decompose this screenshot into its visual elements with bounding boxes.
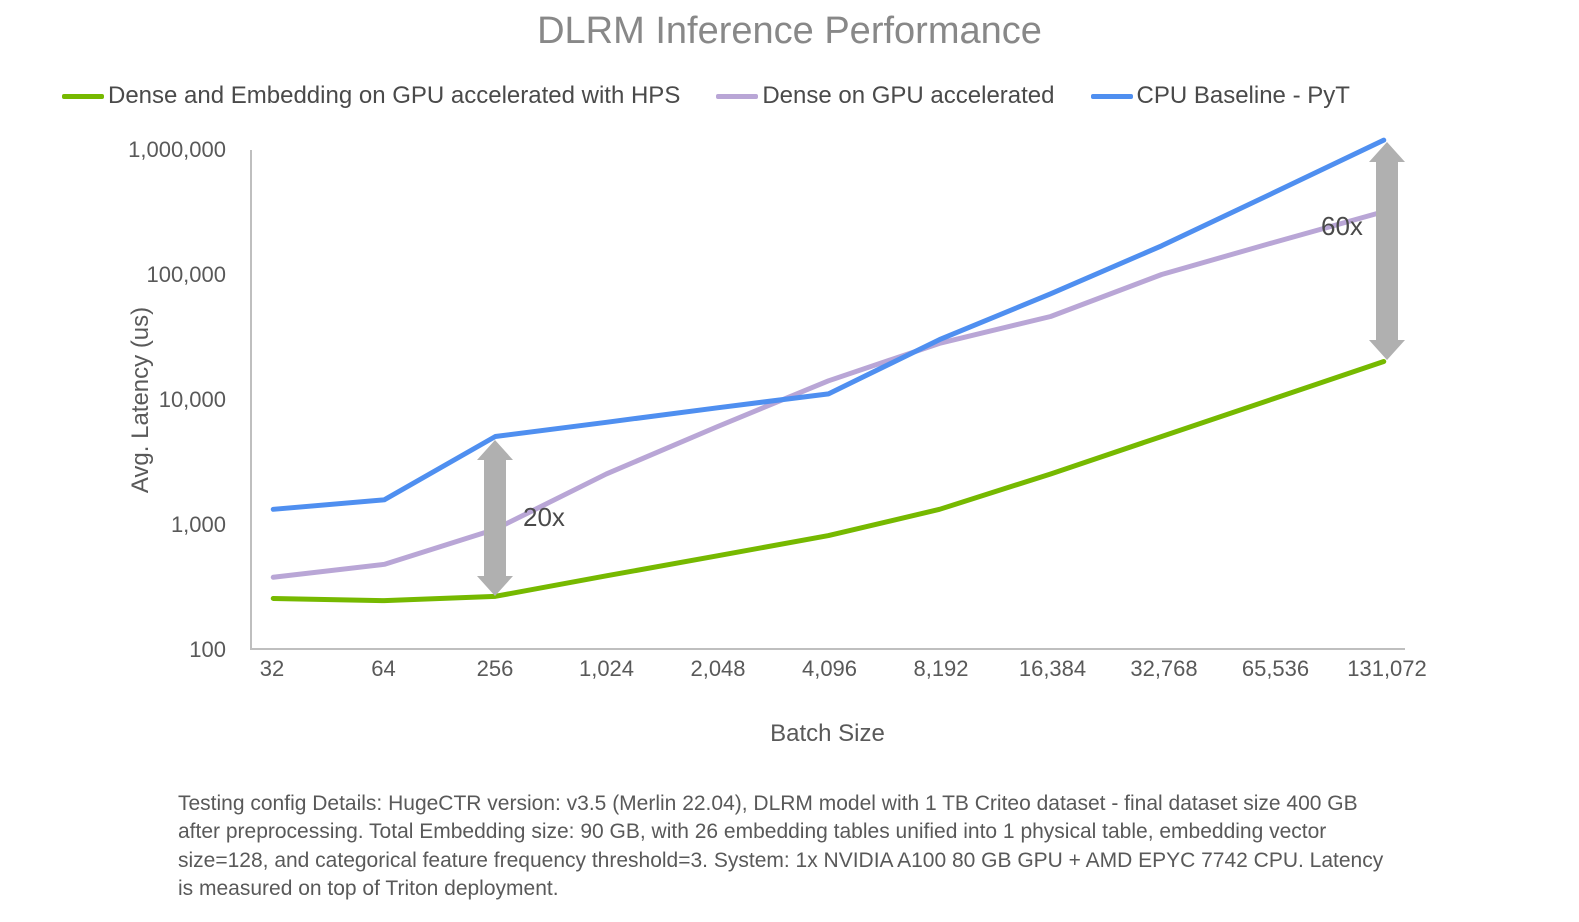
chart-container: DLRM Inference Performance Dense and Emb… xyxy=(0,0,1579,922)
x-tick-label: 64 xyxy=(371,648,395,682)
x-tick-label: 16,384 xyxy=(1019,648,1086,682)
x-tick-label: 32,768 xyxy=(1130,648,1197,682)
legend-swatch xyxy=(716,94,758,99)
x-tick-label: 32 xyxy=(260,648,284,682)
line-paths xyxy=(252,150,1405,648)
x-axis-title: Batch Size xyxy=(250,720,1405,748)
x-tick-label: 8,192 xyxy=(913,648,968,682)
speedup-arrow xyxy=(1376,160,1398,342)
y-tick-label: 100 xyxy=(189,637,252,663)
footnote: Testing config Details: HugeCTR version:… xyxy=(178,790,1398,903)
legend-label: Dense and Embedding on GPU accelerated w… xyxy=(108,82,680,110)
legend-entry-cpu: CPU Baseline - PyT xyxy=(1091,82,1350,110)
series-line xyxy=(273,140,1384,509)
legend-entry-hps: Dense and Embedding on GPU accelerated w… xyxy=(62,82,680,110)
y-tick-label: 1,000 xyxy=(171,512,252,538)
speedup-arrow xyxy=(484,458,506,578)
speedup-label: 60x xyxy=(1321,211,1363,242)
legend-label: Dense on GPU accelerated xyxy=(762,82,1054,110)
y-tick-label: 1,000,000 xyxy=(128,137,252,163)
x-tick-label: 256 xyxy=(477,648,514,682)
chart-title: DLRM Inference Performance xyxy=(0,10,1579,53)
plot-area: 1001,00010,000100,0001,000,00032642561,0… xyxy=(250,150,1405,650)
legend-swatch xyxy=(62,94,104,99)
x-tick-label: 2,048 xyxy=(690,648,745,682)
legend: Dense and Embedding on GPU accelerated w… xyxy=(62,82,1372,110)
x-tick-label: 131,072 xyxy=(1347,648,1427,682)
y-tick-label: 100,000 xyxy=(146,262,252,288)
x-tick-label: 65,536 xyxy=(1242,648,1309,682)
x-tick-label: 1,024 xyxy=(579,648,634,682)
speedup-label: 20x xyxy=(523,502,565,533)
legend-label: CPU Baseline - PyT xyxy=(1137,82,1350,110)
legend-entry-dense-gpu: Dense on GPU accelerated xyxy=(716,82,1054,110)
x-tick-label: 4,096 xyxy=(802,648,857,682)
legend-swatch xyxy=(1091,94,1133,99)
series-line xyxy=(273,362,1384,601)
y-tick-label: 10,000 xyxy=(159,387,252,413)
